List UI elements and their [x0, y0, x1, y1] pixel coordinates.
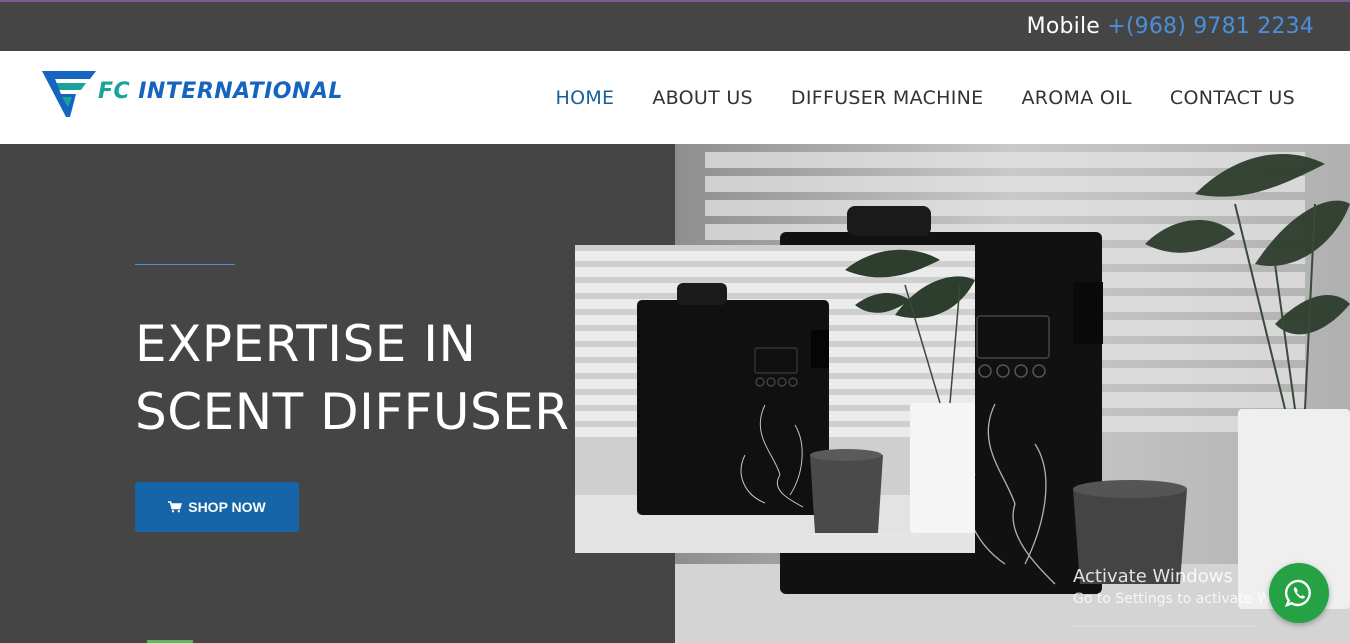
brand-logo[interactable]: FC INTERNATIONAL — [40, 69, 370, 121]
nav-aroma-oil[interactable]: AROMA OIL — [1021, 87, 1131, 109]
hero-headline: EXPERTISE IN SCENT DIFFUSER — [135, 310, 570, 446]
watermark-divider — [1071, 626, 1257, 627]
brand-name: FC INTERNATIONAL — [98, 79, 343, 104]
nav-home[interactable]: HOME — [555, 87, 614, 109]
whatsapp-icon — [1284, 579, 1311, 608]
whatsapp-chat-button[interactable] — [1269, 563, 1329, 623]
hero-inset-photo — [575, 245, 975, 553]
mobile-label: Mobile — [1026, 14, 1101, 39]
shopping-cart-icon — [168, 501, 183, 513]
primary-nav: HOME ABOUT US DIFFUSER MACHINE AROMA OIL… — [555, 87, 1295, 109]
nav-about-us[interactable]: ABOUT US — [652, 87, 753, 109]
fc-logo-icon — [42, 71, 96, 117]
nav-diffuser-machine[interactable]: DIFFUSER MACHINE — [791, 87, 984, 109]
top-contact-bar: Mobile +(968) 9781 2234 — [0, 0, 1350, 51]
mobile-contact: Mobile +(968) 9781 2234 — [1027, 14, 1314, 39]
brand-international: INTERNATIONAL — [138, 79, 343, 104]
hero-headline-line1: EXPERTISE IN — [135, 315, 477, 373]
hero-headline-line2: SCENT DIFFUSER — [135, 383, 570, 441]
nav-contact-us[interactable]: CONTACT US — [1170, 87, 1295, 109]
hero-section: EXPERTISE IN SCENT DIFFUSER SHOP NOW Act… — [0, 144, 1350, 643]
diffuser-closeup-image — [575, 245, 975, 553]
brand-fc: FC — [98, 79, 131, 104]
shop-now-label: SHOP NOW — [188, 499, 266, 515]
hero-accent-line — [135, 264, 235, 265]
shop-now-button[interactable]: SHOP NOW — [135, 482, 299, 532]
phone-link[interactable]: +(968) 9781 2234 — [1107, 14, 1314, 39]
main-navbar: FC INTERNATIONAL HOME ABOUT US DIFFUSER M… — [0, 51, 1350, 144]
